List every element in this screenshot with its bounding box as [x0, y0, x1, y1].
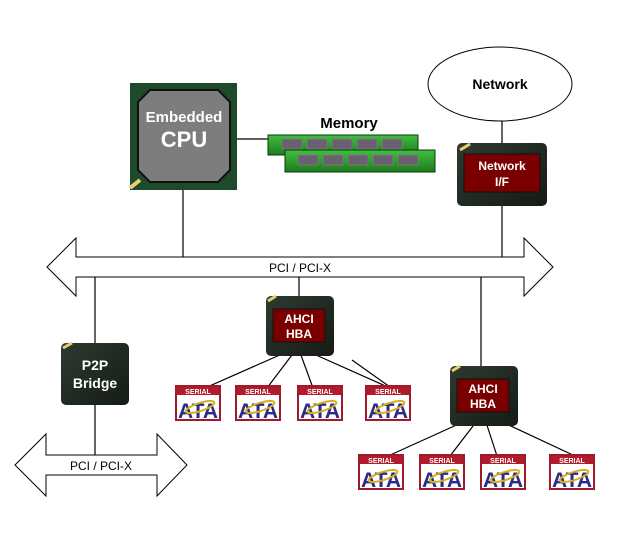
- hba2-line2: HBA: [470, 397, 496, 411]
- main-bus-label: PCI / PCI-X: [269, 261, 331, 275]
- sata-drive: SERIAL ATA: [235, 385, 281, 423]
- sata-drive: SERIAL ATA: [480, 454, 526, 492]
- embedded-cpu-chip: Embedded CPU: [128, 83, 237, 190]
- hba2-line1: AHCI: [468, 382, 497, 396]
- p2p-line1: P2P: [82, 357, 108, 373]
- network-ellipse: Network: [427, 46, 573, 122]
- memory-label: Memory: [320, 115, 378, 132]
- p2p-bridge-chip: P2P Bridge: [61, 341, 129, 405]
- memory-modules: Memory: [267, 115, 436, 173]
- sata-serial-text: SERIAL: [375, 389, 401, 396]
- sata-drive: SERIAL ATA: [549, 454, 595, 492]
- sata-drive: SERIAL ATA: [419, 454, 465, 492]
- sata-serial-text: SERIAL: [185, 389, 211, 396]
- sata-serial-text: SERIAL: [368, 458, 394, 465]
- network-if-line1: Network: [478, 159, 526, 173]
- sata-drive: SERIAL ATA: [365, 385, 411, 423]
- sata-serial-text: SERIAL: [245, 389, 271, 396]
- hba1-line1: AHCI: [284, 312, 313, 326]
- ahci-hba-2-chip: AHCI HBA: [450, 364, 518, 426]
- sata-drive: SERIAL ATA: [297, 385, 343, 423]
- sata-serial-text: SERIAL: [490, 458, 516, 465]
- network-if-chip: Network I/F: [457, 142, 547, 206]
- ahci-hba-1-chip: AHCI HBA: [266, 294, 334, 356]
- network-if-line2: I/F: [495, 175, 509, 189]
- system-architecture-diagram: SERIAL ATA PCI / PCI-X PCI / PCI-X Embed…: [14, 46, 595, 498]
- hba1-line2: HBA: [286, 327, 312, 341]
- p2p-line2: Bridge: [73, 375, 118, 391]
- sata-serial-text: SERIAL: [429, 458, 455, 465]
- cpu-label-line1: Embedded: [146, 109, 223, 126]
- sata-serial-text: SERIAL: [307, 389, 333, 396]
- secondary-pci-bus: PCI / PCI-X: [14, 432, 188, 498]
- main-pci-bus: PCI / PCI-X: [46, 236, 554, 298]
- sata-drive: SERIAL ATA: [358, 454, 404, 492]
- sata-drive: SERIAL ATA: [175, 385, 221, 423]
- sata-serial-text: SERIAL: [559, 458, 585, 465]
- secondary-bus-label: PCI / PCI-X: [70, 459, 132, 473]
- network-label: Network: [472, 76, 527, 92]
- cpu-label-line2: CPU: [161, 127, 207, 152]
